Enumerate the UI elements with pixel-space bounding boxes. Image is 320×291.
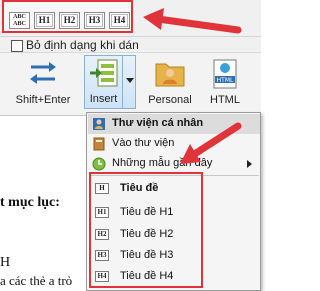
menu-item-heading-h3[interactable]: H3 Tiêu đề H3: [95, 246, 201, 266]
heading-icons-highlight: ABC ABC H1 H2 H3 H4: [2, 0, 133, 33]
strip-format-label: Bỏ định dạng khi dán: [26, 38, 139, 52]
menu-item-recent-templates[interactable]: Những mẫu gần đây: [88, 154, 260, 174]
insert-dropdown-toggle[interactable]: [123, 55, 136, 109]
abc-format-icon[interactable]: ABC ABC: [9, 12, 30, 29]
h2-heading-icon[interactable]: H2: [59, 12, 80, 29]
document-text-line: a các thẻ a trỏ: [0, 273, 73, 288]
h3-heading-icon[interactable]: H3: [84, 12, 105, 29]
h3-icon: H3: [95, 250, 109, 261]
personal-button[interactable]: Personal: [143, 56, 197, 110]
chevron-right-icon: [247, 160, 252, 168]
book-icon: [93, 137, 105, 151]
menu-item-heading-h1[interactable]: H1 Tiêu đề H1: [95, 203, 201, 223]
insert-button[interactable]: Insert: [84, 55, 123, 109]
menu-header-personal-library: Thư viện cá nhân: [88, 114, 260, 134]
strip-format-checkbox[interactable]: [11, 40, 23, 52]
h4-heading-icon[interactable]: H4: [109, 12, 130, 29]
html-button[interactable]: HTML HTML: [203, 56, 247, 110]
h4-icon: H4: [95, 271, 109, 282]
swap-arrows-icon: [30, 62, 56, 84]
shift-enter-button[interactable]: Shift+Enter: [11, 56, 75, 110]
document-text-line: H: [0, 255, 11, 270]
chevron-down-icon: [126, 78, 134, 83]
menu-item-heading-h2[interactable]: H2 Tiêu đề H2: [95, 225, 201, 245]
clock-icon: [92, 157, 106, 171]
html-icon-text: HTML: [217, 77, 234, 84]
library-book-icon: [93, 118, 105, 130]
heading-menu-highlight: H Tiêu đề H1 Tiêu đề H1 H2 Tiêu đề H2 H3…: [89, 172, 203, 288]
personal-folder-icon: [155, 63, 185, 87]
h1-icon: H1: [95, 207, 109, 218]
menu-item-heading-h4[interactable]: H4 Tiêu đề H4: [95, 267, 201, 287]
menu-item-heading[interactable]: H Tiêu đề: [95, 179, 201, 199]
insert-icon: [89, 59, 117, 87]
document-text-line: t mục lục:: [0, 195, 60, 210]
html-file-icon: HTML: [213, 59, 237, 89]
menu-item-open-library[interactable]: Vào thư viện: [88, 134, 260, 154]
h2-icon: H2: [95, 229, 109, 240]
heading-icon: H: [95, 183, 109, 194]
h1-heading-icon[interactable]: H1: [34, 12, 55, 29]
